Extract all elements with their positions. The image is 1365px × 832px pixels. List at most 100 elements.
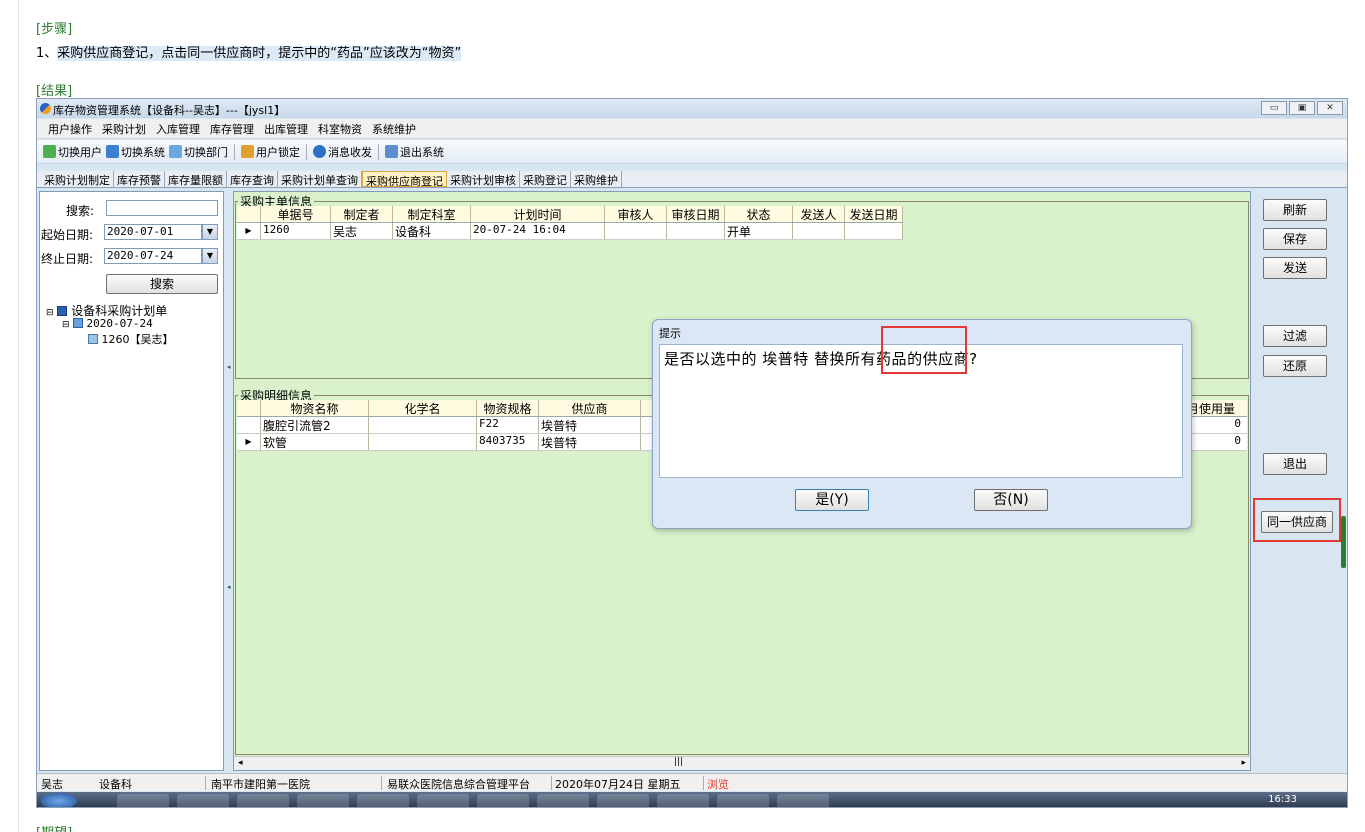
taskbar-app-icon[interactable] xyxy=(117,794,169,807)
end-date-input[interactable]: 2020-07-24 xyxy=(104,248,202,264)
taskbar-app-icon[interactable] xyxy=(477,794,529,807)
close-button[interactable]: ✕ xyxy=(1317,101,1343,115)
horizontal-scrollbar[interactable]: ◂ ||| ▸ xyxy=(234,756,1250,770)
vertical-scroll-indicator[interactable] xyxy=(1341,516,1346,568)
scroll-left-icon[interactable]: ◂ xyxy=(238,758,243,768)
calendar-icon xyxy=(73,318,84,328)
scroll-right-icon[interactable]: ▸ xyxy=(1241,758,1246,768)
restore-button[interactable]: 还原 xyxy=(1263,355,1327,377)
tab-stock-limit[interactable]: 库存量限额 xyxy=(165,171,227,187)
table-cell[interactable]: 埃普特 xyxy=(539,417,641,433)
column-header[interactable]: 发送日期 xyxy=(845,206,903,222)
start-date-dropdown[interactable]: ▼ xyxy=(202,224,218,240)
switch-dept-label: 切换部门 xyxy=(184,145,228,159)
taskbar-app-icon[interactable] xyxy=(597,794,649,807)
page-left-rule xyxy=(18,0,19,832)
scroll-thumb-grip-icon[interactable]: ||| xyxy=(674,757,683,767)
taskbar-app-icon[interactable] xyxy=(537,794,589,807)
send-button[interactable]: 发送 xyxy=(1263,257,1327,279)
tab-plan-query[interactable]: 采购计划单查询 xyxy=(278,171,362,187)
taskbar-app-icon[interactable] xyxy=(297,794,349,807)
column-header[interactable]: 单据号 xyxy=(261,206,331,222)
taskbar-app-icon[interactable] xyxy=(657,794,709,807)
tree-leaf-node[interactable]: 1260【吴志】 xyxy=(88,331,174,347)
tree-collapse-icon[interactable]: ⊟ xyxy=(46,308,54,318)
menu-inventory[interactable]: 库存管理 xyxy=(205,121,259,137)
no-button[interactable]: 否(N) xyxy=(974,489,1048,511)
table-cell[interactable]: 设备科 xyxy=(393,223,471,239)
column-header[interactable]: 物资名称 xyxy=(261,400,369,416)
tab-purchase-plan[interactable]: 采购计划制定 xyxy=(41,171,114,187)
table-cell[interactable]: 埃普特 xyxy=(539,434,641,450)
tree-collapse-icon[interactable]: ⊟ xyxy=(62,320,70,330)
taskbar-app-icon[interactable] xyxy=(237,794,289,807)
table-cell[interactable]: 软管 xyxy=(261,434,369,450)
exit-system-button[interactable]: 退出系统 xyxy=(385,144,444,160)
table-cell[interactable]: 开单 xyxy=(725,223,793,239)
yes-button[interactable]: 是(Y) xyxy=(795,489,869,511)
table-cell[interactable]: 腹腔引流管2 xyxy=(261,417,369,433)
menu-dept-supplies[interactable]: 科室物资 xyxy=(313,121,367,137)
column-header[interactable]: 制定者 xyxy=(331,206,393,222)
taskbar-app-icon[interactable] xyxy=(417,794,469,807)
menu-inbound[interactable]: 入库管理 xyxy=(151,121,205,137)
filter-button[interactable]: 过滤 xyxy=(1263,325,1327,347)
taskbar-app-icon[interactable] xyxy=(357,794,409,807)
menu-user-ops[interactable]: 用户操作 xyxy=(43,121,97,137)
tab-purchase-maintenance[interactable]: 采购维护 xyxy=(571,171,622,187)
lock-user-button[interactable]: 用户锁定 xyxy=(241,144,300,160)
save-button[interactable]: 保存 xyxy=(1263,228,1327,250)
table-cell[interactable] xyxy=(793,223,845,239)
refresh-button[interactable]: 刷新 xyxy=(1263,199,1327,221)
window-controls: ▭ ▣ ✕ xyxy=(1261,101,1343,115)
minimize-button[interactable]: ▭ xyxy=(1261,101,1287,115)
search-button[interactable]: 搜索 xyxy=(106,274,218,294)
messages-button[interactable]: 消息收发 xyxy=(313,144,372,160)
table-cell[interactable]: 8403735 xyxy=(477,434,539,450)
tab-stock-alert[interactable]: 库存预警 xyxy=(114,171,165,187)
tab-purchase-registration[interactable]: 采购登记 xyxy=(520,171,571,187)
menu-purchase-plan[interactable]: 采购计划 xyxy=(97,121,151,137)
column-header[interactable]: 化学名 xyxy=(369,400,477,416)
menu-outbound[interactable]: 出库管理 xyxy=(259,121,313,137)
table-row[interactable]: ▶ 1260 吴志 设备科 20-07-24 16:04 开单 xyxy=(237,223,903,240)
switch-user-button[interactable]: 切换用户 xyxy=(43,144,102,160)
taskbar-app-icon[interactable] xyxy=(717,794,769,807)
exit-button[interactable]: 退出 xyxy=(1263,453,1327,475)
table-cell[interactable] xyxy=(369,417,477,433)
column-header[interactable]: 发送人 xyxy=(793,206,845,222)
column-header[interactable]: 供应商 xyxy=(539,400,641,416)
column-header[interactable]: 物资规格 xyxy=(477,400,539,416)
menu-system[interactable]: 系统维护 xyxy=(367,121,421,137)
start-button-icon[interactable] xyxy=(41,793,77,807)
tab-supplier-registration[interactable]: 采购供应商登记 xyxy=(362,171,447,188)
table-cell[interactable]: 20-07-24 16:04 xyxy=(471,223,605,239)
tab-stock-query[interactable]: 库存查询 xyxy=(227,171,278,187)
table-cell[interactable] xyxy=(369,434,477,450)
table-cell[interactable]: F22 xyxy=(477,417,539,433)
panel-splitter[interactable]: ◂ ◂ xyxy=(226,191,232,771)
switch-system-button[interactable]: 切换系统 xyxy=(106,144,165,160)
table-cell[interactable] xyxy=(605,223,667,239)
column-header[interactable]: 制定科室 xyxy=(393,206,471,222)
tree-date-node[interactable]: ⊟ 2020-07-24 xyxy=(62,317,153,330)
status-platform: 易联众医院信息综合管理平台 xyxy=(387,778,530,791)
switch-dept-button[interactable]: 切换部门 xyxy=(169,144,228,160)
search-input[interactable] xyxy=(106,200,218,216)
table-cell[interactable]: 1260 xyxy=(261,223,331,239)
taskbar-app-icon[interactable] xyxy=(177,794,229,807)
table-cell[interactable] xyxy=(845,223,903,239)
taskbar-app-icon[interactable] xyxy=(777,794,829,807)
column-header[interactable]: 计划时间 xyxy=(471,206,605,222)
tab-plan-review[interactable]: 采购计划审核 xyxy=(447,171,520,187)
maximize-button[interactable]: ▣ xyxy=(1289,101,1315,115)
column-header[interactable]: 状态 xyxy=(725,206,793,222)
table-cell[interactable] xyxy=(667,223,725,239)
start-date-input[interactable]: 2020-07-01 xyxy=(104,224,202,240)
end-date-dropdown[interactable]: ▼ xyxy=(202,248,218,264)
column-header[interactable]: 审核日期 xyxy=(667,206,725,222)
column-header[interactable]: 审核人 xyxy=(605,206,667,222)
table-cell[interactable]: 吴志 xyxy=(331,223,393,239)
collapse-arrow-icon[interactable]: ◂ xyxy=(227,583,231,591)
collapse-arrow-icon[interactable]: ◂ xyxy=(227,363,231,371)
